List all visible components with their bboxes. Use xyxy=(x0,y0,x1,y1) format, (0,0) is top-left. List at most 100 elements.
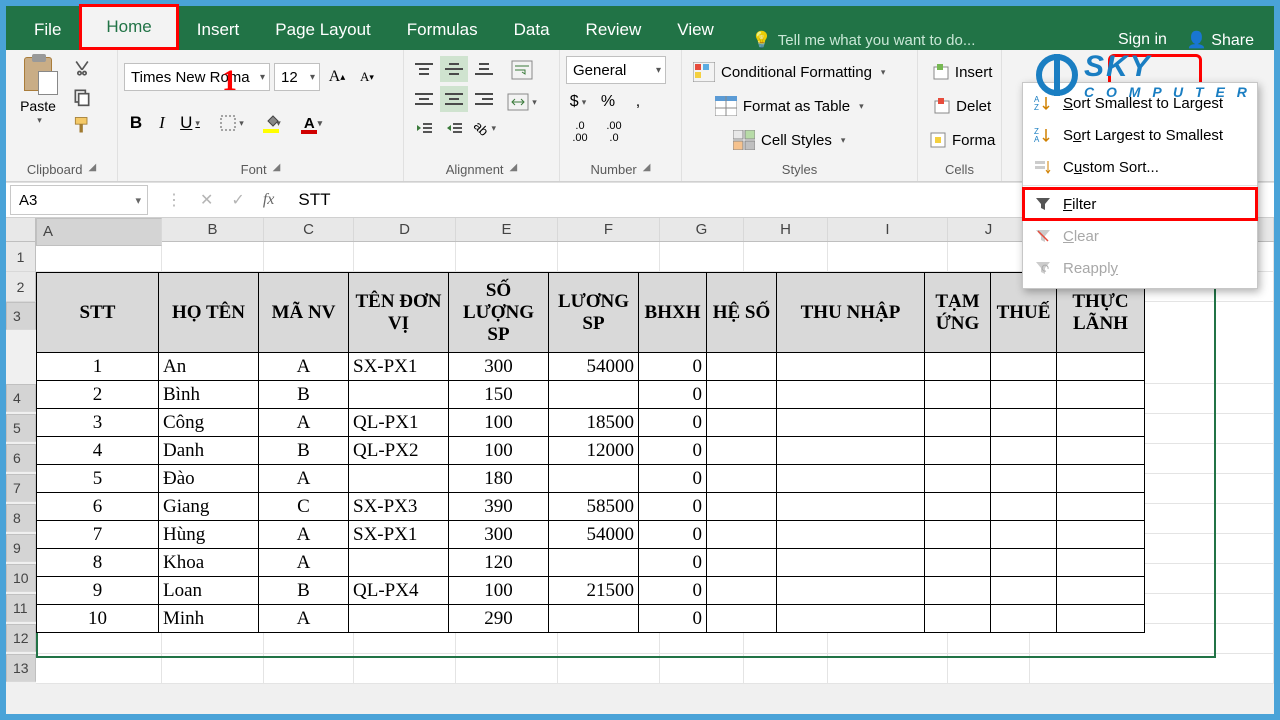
col-header-A[interactable]: A xyxy=(36,218,162,246)
menu-clear: Clear xyxy=(1023,220,1257,252)
col-header-C[interactable]: C xyxy=(264,218,354,241)
row-header-10[interactable]: 10 xyxy=(6,564,36,592)
shrink-font-button[interactable]: A▾ xyxy=(354,63,380,91)
insert-cells-button[interactable]: Insert xyxy=(924,58,1000,86)
conditional-formatting-button[interactable]: Conditional Formatting xyxy=(688,58,890,86)
currency-button[interactable]: $ xyxy=(566,90,590,114)
bold-button[interactable]: B xyxy=(124,110,148,136)
tab-insert[interactable]: Insert xyxy=(179,10,258,50)
group-number: General▾ $ % , .0.00 .00.0 Number◢ xyxy=(560,50,682,181)
row-header-12[interactable]: 12 xyxy=(6,624,36,652)
delete-cells-button[interactable]: Delet xyxy=(924,92,1000,120)
filter-icon xyxy=(1033,194,1053,214)
borders-button[interactable] xyxy=(218,110,246,136)
cut-button[interactable] xyxy=(64,58,100,80)
increase-decimal-button[interactable]: .0.00 xyxy=(566,120,594,144)
format-icon xyxy=(929,131,947,149)
row-header-9[interactable]: 9 xyxy=(6,534,36,562)
tell-me[interactable]: 💡 Tell me what you want to do... xyxy=(732,30,1118,50)
row-header-7[interactable]: 7 xyxy=(6,474,36,502)
worksheet[interactable]: ABCDEFGHIJ 12345678910111213 STTHỌ TÊNMÃ… xyxy=(6,218,1274,714)
font-launcher[interactable]: ◢ xyxy=(273,162,281,177)
decrease-indent-button[interactable] xyxy=(410,116,438,140)
col-header-D[interactable]: D xyxy=(354,218,456,241)
paste-dropdown[interactable] xyxy=(34,114,42,126)
fill-color-button[interactable] xyxy=(260,110,294,136)
format-cells-button[interactable]: Forma xyxy=(924,126,1000,154)
font-color-button[interactable]: A xyxy=(296,110,330,136)
tab-file[interactable]: File xyxy=(16,10,79,50)
comma-button[interactable]: , xyxy=(626,90,650,114)
align-left-button[interactable] xyxy=(410,86,438,112)
merge-center-button[interactable] xyxy=(506,88,538,116)
group-clipboard: Paste Clipboard◢ xyxy=(6,50,118,181)
align-center-button[interactable] xyxy=(440,86,468,112)
tab-data[interactable]: Data xyxy=(496,10,568,50)
globe-icon xyxy=(1036,54,1078,96)
reapply-icon xyxy=(1033,258,1053,278)
font-name-select[interactable]: Times New Roma▾ xyxy=(124,63,270,91)
menu-custom-sort[interactable]: Custom Sort... xyxy=(1023,151,1257,183)
group-styles: Conditional Formatting Format as Table C… xyxy=(682,50,918,181)
col-header-G[interactable]: G xyxy=(660,218,744,241)
orientation-button[interactable]: ab xyxy=(470,116,500,140)
name-box[interactable]: A3▾ xyxy=(10,185,148,215)
col-header-J[interactable]: J xyxy=(948,218,1030,241)
signin-link[interactable]: Sign in xyxy=(1118,31,1167,49)
percent-button[interactable]: % xyxy=(596,90,620,114)
group-cells: Insert Delet Forma Cells xyxy=(918,50,1002,181)
col-header-F[interactable]: F xyxy=(558,218,660,241)
tab-page-layout[interactable]: Page Layout xyxy=(257,10,388,50)
select-all-corner[interactable] xyxy=(6,218,36,241)
fx-icon[interactable]: fx xyxy=(263,191,275,209)
increase-indent-button[interactable] xyxy=(440,116,468,140)
col-header-I[interactable]: I xyxy=(828,218,948,241)
tab-formulas[interactable]: Formulas xyxy=(389,10,496,50)
col-header-H[interactable]: H xyxy=(744,218,828,241)
row-header-3[interactable]: 3 xyxy=(6,302,36,330)
align-bottom-button[interactable] xyxy=(470,56,498,82)
format-painter-button[interactable] xyxy=(64,114,100,136)
dots-icon: ⋮ xyxy=(166,190,182,210)
tab-home[interactable]: Home xyxy=(79,4,178,50)
grow-font-button[interactable]: A▴ xyxy=(324,63,350,91)
decrease-decimal-button[interactable]: .00.0 xyxy=(600,120,628,144)
tell-me-placeholder: Tell me what you want to do... xyxy=(778,32,976,49)
menu-filter[interactable]: Filter xyxy=(1023,188,1257,220)
cell-styles-button[interactable]: Cell Styles xyxy=(688,126,890,154)
accept-formula-button[interactable]: ✓ xyxy=(231,190,244,210)
col-header-E[interactable]: E xyxy=(456,218,558,241)
row-header-5[interactable]: 5 xyxy=(6,414,36,442)
row-header-4[interactable]: 4 xyxy=(6,384,36,412)
align-middle-button[interactable] xyxy=(440,56,468,82)
col-header-B[interactable]: B xyxy=(162,218,264,241)
sort-desc-icon: ZA xyxy=(1033,125,1053,145)
wrap-text-button[interactable] xyxy=(506,56,538,84)
align-right-button[interactable] xyxy=(470,86,498,112)
share-button[interactable]: 👤 Share xyxy=(1187,30,1254,50)
menu-sort-descending[interactable]: ZA Sort Largest to Smallest xyxy=(1023,119,1257,151)
alignment-launcher[interactable]: ◢ xyxy=(510,162,518,177)
number-format-select[interactable]: General▾ xyxy=(566,56,666,84)
sort-filter-menu: AZ Sort Smallest to Largest ZA Sort Larg… xyxy=(1022,82,1258,289)
format-as-table-button[interactable]: Format as Table xyxy=(688,92,890,120)
paste-button[interactable] xyxy=(21,54,55,94)
row-header-8[interactable]: 8 xyxy=(6,504,36,532)
row-header-6[interactable]: 6 xyxy=(6,444,36,472)
tab-review[interactable]: Review xyxy=(568,10,660,50)
clear-filter-icon xyxy=(1033,226,1053,246)
clipboard-launcher[interactable]: ◢ xyxy=(88,162,96,177)
italic-button[interactable]: I xyxy=(150,110,174,136)
tab-view[interactable]: View xyxy=(659,10,732,50)
number-launcher[interactable]: ◢ xyxy=(643,162,651,177)
row-header-11[interactable]: 11 xyxy=(6,594,36,622)
row-header-2[interactable]: 2 xyxy=(6,272,36,302)
row-header-1[interactable]: 1 xyxy=(6,242,36,272)
row-header-13[interactable]: 13 xyxy=(6,654,36,682)
delete-icon xyxy=(933,97,951,115)
align-top-button[interactable] xyxy=(410,56,438,82)
font-size-select[interactable]: 12▾ xyxy=(274,63,320,91)
copy-button[interactable] xyxy=(64,86,100,108)
underline-button[interactable]: U xyxy=(176,110,204,136)
cancel-formula-button[interactable]: ✕ xyxy=(200,190,213,210)
